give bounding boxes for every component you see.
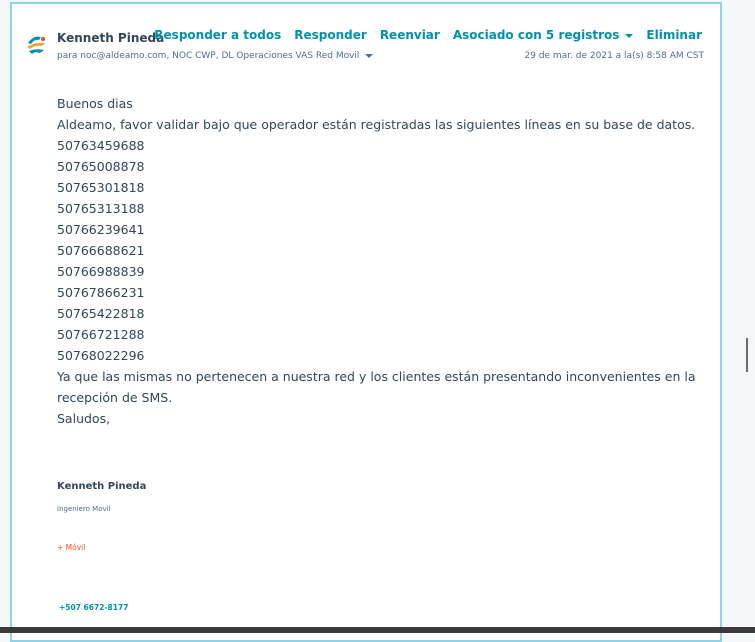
recipients-line[interactable]: para noc@aldeamo.com, NOC CWP, DL Operac… <box>57 51 374 61</box>
recipients-text: para noc@aldeamo.com, NOC CWP, DL Operac… <box>57 51 360 61</box>
phone-number-line: 50766988839 <box>57 264 145 279</box>
reply-all-button[interactable]: Responder a todos <box>154 28 281 42</box>
email-actions: Responder a todos Responder Reenviar Aso… <box>154 28 702 42</box>
bottom-bar <box>0 627 755 633</box>
phone-number-line: 50765422818 <box>57 306 145 321</box>
forward-button[interactable]: Reenviar <box>380 28 440 42</box>
reply-button[interactable]: Responder <box>294 28 367 42</box>
phone-number-line: 50768022296 <box>57 348 145 363</box>
body-regards: Saludos, <box>57 411 111 426</box>
signature-phone-link[interactable]: +507 6672-8177 <box>59 603 128 612</box>
email-body: Buenos dias Aldeamo, favor validar bajo … <box>57 93 707 429</box>
delete-button[interactable]: Eliminar <box>646 28 702 42</box>
signature-name: Kenneth Pineda <box>57 481 147 492</box>
phone-number-line: 50766239641 <box>57 222 145 237</box>
phone-number-line: 50765313188 <box>57 201 145 216</box>
phone-number-line: 50765301818 <box>57 180 145 195</box>
phone-number-line: 50765008878 <box>57 159 145 174</box>
scrollbar-marker <box>746 338 748 372</box>
phone-number-line: 50767866231 <box>57 285 145 300</box>
signature-title: Ingeniero Movil <box>57 505 111 513</box>
body-intro: Aldeamo, favor validar bajo que operador… <box>57 117 696 132</box>
recipients-dropdown-icon[interactable] <box>365 53 374 58</box>
body-greeting: Buenos dias <box>57 96 133 111</box>
sender-name[interactable]: Kenneth Pineda <box>57 31 164 45</box>
sender-avatar-icon[interactable] <box>25 33 49 57</box>
chevron-down-icon <box>625 33 634 38</box>
phone-number-line: 50766721288 <box>57 327 145 342</box>
email-card: Kenneth Pineda para noc@aldeamo.com, NOC… <box>10 2 722 642</box>
phone-number-line: 50763459688 <box>57 138 145 153</box>
body-closing: Ya que las mismas no pertenecen a nuestr… <box>57 369 696 405</box>
associated-records-dropdown[interactable]: Asociado con 5 registros <box>453 28 634 42</box>
signature-brand: + Móvil <box>57 543 86 552</box>
phone-number-line: 50766688621 <box>57 243 145 258</box>
associated-records-label: Asociado con 5 registros <box>452 28 620 42</box>
email-date: 29 de mar. de 2021 a la(s) 8:58 AM CST <box>524 51 705 61</box>
